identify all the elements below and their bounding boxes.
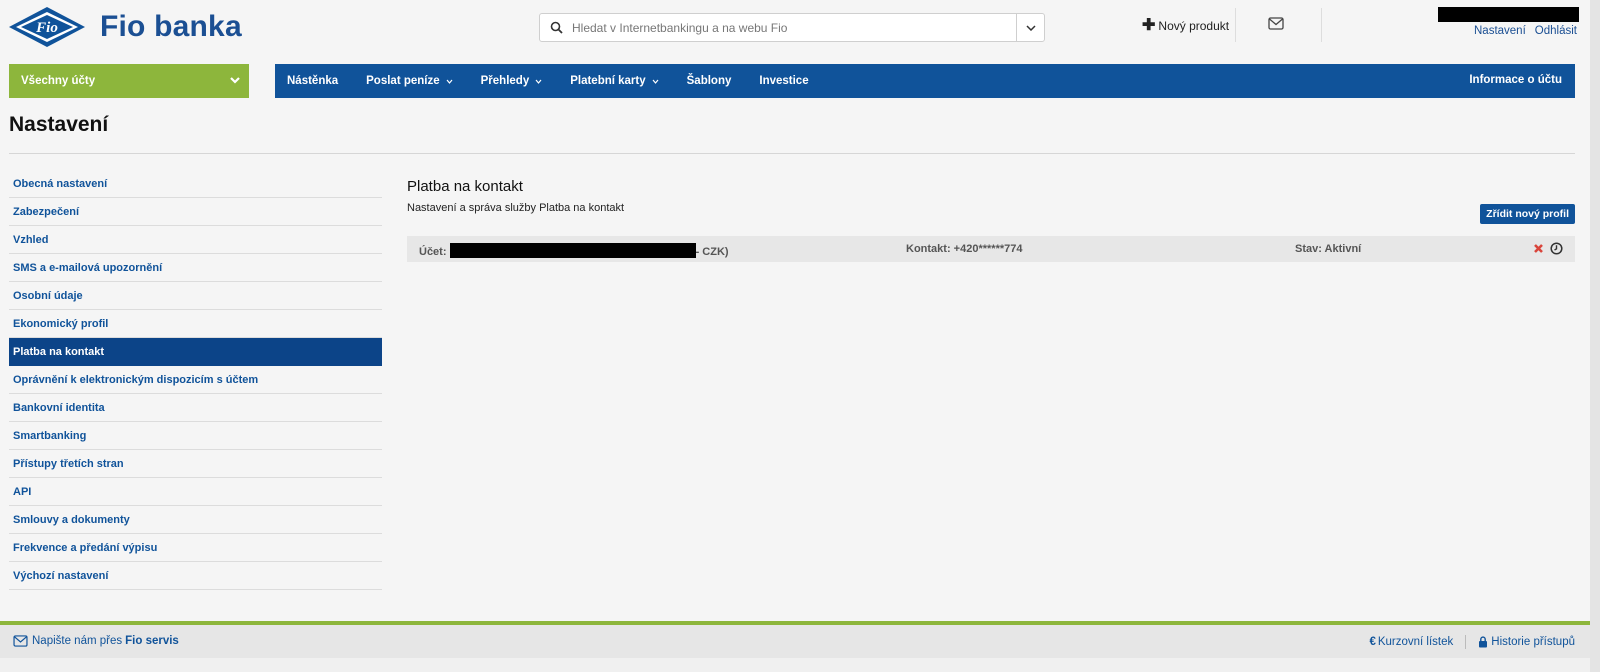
user-name-redacted	[1438, 7, 1579, 22]
sidebar-item-contact-payment[interactable]: Platba na kontakt	[9, 338, 382, 366]
access-history-label: Historie přístupů	[1491, 636, 1575, 648]
accounts-dropdown-label: Všechny účty	[21, 75, 96, 87]
search-icon[interactable]	[540, 14, 572, 41]
bottom-strip	[0, 658, 1590, 672]
sidebar-item-api[interactable]: API	[9, 478, 382, 506]
nav-account-info[interactable]: Informace o účtu	[1469, 74, 1562, 86]
contact-prefix: Napište nám přes	[32, 635, 123, 647]
profile-status: Stav: Aktivní	[1295, 243, 1362, 255]
lock-icon	[1479, 636, 1488, 648]
section-title: Platba na kontakt	[407, 178, 523, 195]
search-bar	[539, 13, 1045, 42]
divider	[1465, 635, 1467, 649]
new-product-label: Nový produkt	[1158, 19, 1230, 33]
settings-sidebar: Obecná nastavení Zabezpečení Vzhled SMS …	[9, 170, 382, 590]
sidebar-item-notifications[interactable]: SMS a e-mailová upozornění	[9, 254, 382, 282]
top-links: Nastavení Odhlásit	[1474, 25, 1586, 37]
exchange-rates-link[interactable]: € Kurzovní lístek	[1369, 636, 1453, 648]
sidebar-item-electronic-permissions[interactable]: Oprávnění k elektronickým dispozicím s ú…	[9, 366, 382, 394]
nav-label: Platební karty	[570, 75, 646, 87]
footer-links: € Kurzovní lístek Historie přístupů	[1369, 635, 1575, 649]
nav-sablony[interactable]: Šablony	[687, 75, 732, 87]
chevron-down-icon	[652, 79, 659, 84]
chevron-down-icon	[535, 79, 542, 84]
section-subtitle: Nastavení a správa služby Platba na kont…	[407, 202, 625, 214]
sidebar-item-default-settings[interactable]: Výchozí nastavení	[9, 562, 382, 590]
create-profile-button[interactable]: Zřídit nový profil	[1480, 204, 1575, 224]
account-suffix: - CZK)	[695, 246, 729, 258]
delete-icon[interactable]	[1533, 243, 1544, 254]
sidebar-item-economic-profile[interactable]: Ekonomický profil	[9, 310, 382, 338]
sidebar-item-contracts[interactable]: Smlouvy a dokumenty	[9, 506, 382, 534]
header: Fio Fio banka ✚ Nový produkt Nastavení Od…	[0, 0, 1600, 58]
window-edge	[1590, 0, 1600, 672]
search-scope-dropdown[interactable]	[1016, 14, 1044, 41]
contact-link: Fio servis	[125, 635, 179, 647]
fio-logo: Fio	[9, 7, 85, 47]
nav-platebni-karty[interactable]: Platební karty	[570, 75, 659, 87]
page-title: Nastavení	[9, 113, 109, 136]
main-content: Platba na kontakt Nastavení a správa slu…	[407, 178, 1575, 262]
nav-label: Nástěnka	[287, 75, 339, 87]
nav-label: Investice	[759, 75, 809, 87]
nav-investice[interactable]: Investice	[759, 75, 808, 87]
accounts-dropdown[interactable]: Všechny účty	[9, 64, 249, 98]
messages-button[interactable]	[1268, 17, 1286, 35]
chevron-down-icon	[446, 79, 453, 84]
nav-label: Šablony	[686, 75, 732, 87]
clock-icon[interactable]	[1550, 242, 1563, 255]
plus-icon: ✚	[1142, 17, 1156, 34]
logout-link[interactable]: Odhlásit	[1535, 25, 1577, 37]
chevron-down-icon	[1025, 24, 1036, 31]
footer: Napište nám přes Fio servis € Kurzovní l…	[0, 621, 1590, 658]
envelope-icon	[13, 635, 28, 647]
sidebar-item-third-party-access[interactable]: Přístupy třetích stran	[9, 450, 382, 478]
envelope-icon	[1268, 17, 1284, 30]
sidebar-item-security[interactable]: Zabezpečení	[9, 198, 382, 226]
sidebar-item-statements[interactable]: Frekvence a předání výpisu	[9, 534, 382, 562]
profile-contact: Kontakt: +420******774	[906, 243, 1023, 255]
main-nav: Nástěnka Poslat peníze Přehledy Platební…	[275, 64, 1575, 98]
sidebar-item-general[interactable]: Obecná nastavení	[9, 170, 382, 198]
brand-name: Fio banka	[100, 10, 242, 43]
profile-account: Účet: - CZK)	[419, 243, 729, 258]
access-history-link[interactable]: Historie přístupů	[1478, 636, 1575, 648]
sidebar-item-smartbanking[interactable]: Smartbanking	[9, 422, 382, 450]
exchange-rates-label: Kurzovní lístek	[1377, 636, 1454, 648]
nav-prehledy[interactable]: Přehledy	[481, 75, 543, 87]
sidebar-item-bank-identity[interactable]: Bankovní identita	[9, 394, 382, 422]
divider	[1235, 8, 1236, 42]
divider	[9, 153, 1575, 154]
new-product-button[interactable]: ✚ Nový produkt	[1142, 17, 1230, 34]
account-label: Účet:	[419, 246, 450, 258]
profile-actions	[1527, 242, 1563, 255]
account-number-redacted	[449, 243, 696, 258]
logo-text: Fio	[35, 20, 58, 36]
sidebar-item-personal-data[interactable]: Osobní údaje	[9, 282, 382, 310]
sidebar-item-appearance[interactable]: Vzhled	[9, 226, 382, 254]
nav-label: Poslat peníze	[366, 75, 440, 87]
settings-link[interactable]: Nastavení	[1474, 25, 1526, 37]
nav-label: Přehledy	[480, 75, 530, 87]
euro-icon: €	[1369, 636, 1376, 648]
nav-nastenka[interactable]: Nástěnka	[287, 75, 338, 87]
chevron-down-icon	[230, 77, 240, 84]
search-input[interactable]	[572, 15, 1016, 40]
divider	[1321, 8, 1322, 42]
profile-row: Účet: - CZK) Kontakt: +420******774 Stav…	[407, 236, 1575, 262]
nav-poslat-penize[interactable]: Poslat peníze	[366, 75, 453, 87]
fio-servis-link[interactable]: Napište nám přes Fio servis	[13, 635, 179, 647]
brand-logo[interactable]: Fio Fio banka	[8, 6, 242, 48]
